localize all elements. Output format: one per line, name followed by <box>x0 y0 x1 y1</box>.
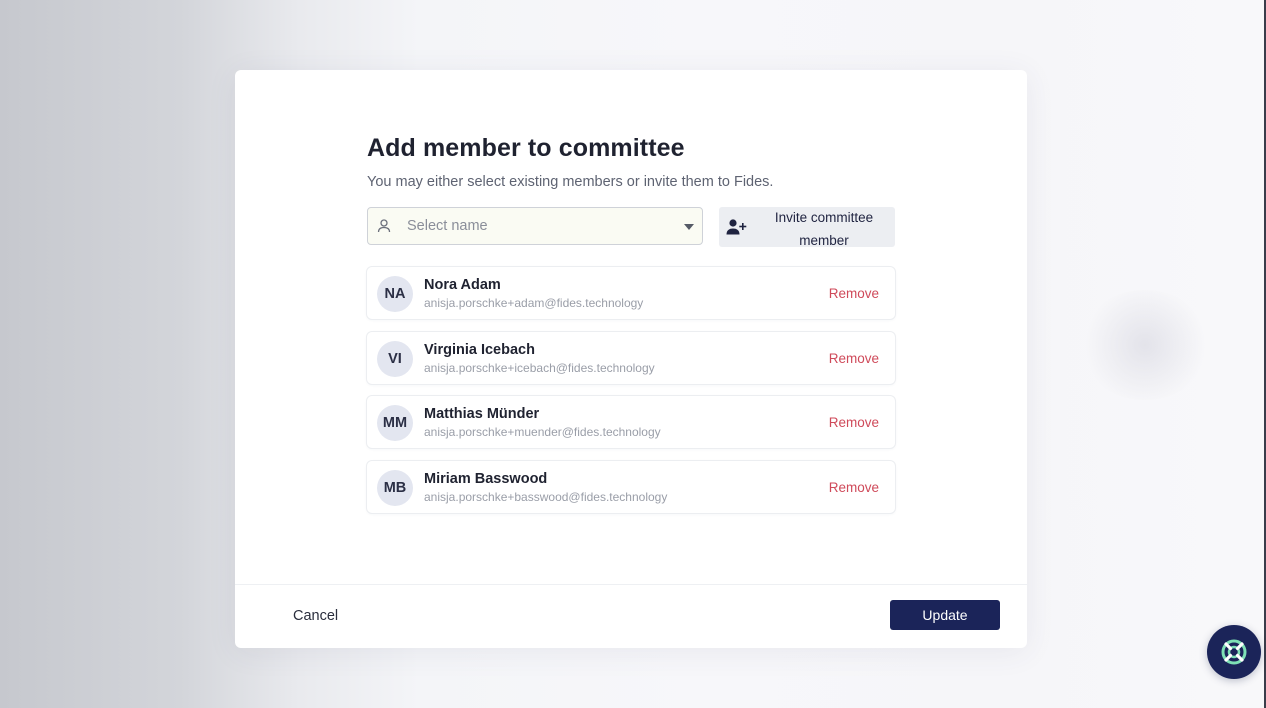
background-blur <box>1080 290 1210 400</box>
add-member-dialog: Add member to committee You may either s… <box>235 70 1027 648</box>
member-card: MM Matthias Münder anisja.porschke+muend… <box>366 395 896 450</box>
member-name: Miriam Basswood <box>424 471 548 488</box>
committee-member-list: NA Nora Adam anisja.porschke+adam@fides.… <box>366 266 896 525</box>
invite-label-line-2: member <box>799 232 849 248</box>
update-button[interactable]: Update <box>890 600 1000 630</box>
remove-member-button[interactable]: Remove <box>829 351 879 366</box>
remove-member-button[interactable]: Remove <box>829 415 879 430</box>
select-placeholder: Select name <box>407 218 488 234</box>
dialog-subtitle: You may either select existing members o… <box>367 174 774 190</box>
member-email: anisja.porschke+adam@fides.technology <box>424 296 644 310</box>
chevron-down-icon[interactable] <box>684 224 694 230</box>
dialog-footer: Cancel Update <box>235 584 1027 648</box>
avatar: MM <box>377 405 413 442</box>
member-name: Nora Adam <box>424 277 501 293</box>
cancel-button[interactable]: Cancel <box>293 608 338 624</box>
member-email: anisja.porschke+muender@fides.technology <box>424 425 661 440</box>
avatar: NA <box>377 276 413 312</box>
member-email: anisja.porschke+basswood@fides.technolog… <box>424 490 668 505</box>
member-card: VI Virginia Icebach anisja.porschke+iceb… <box>366 330 896 385</box>
member-name: Virginia Icebach <box>424 341 535 358</box>
lifebuoy-icon <box>1221 639 1247 665</box>
invite-committee-member-button[interactable]: Invite committee member <box>719 207 895 248</box>
invite-button-label: Invite committee member <box>757 207 891 252</box>
invite-label-line-1: Invite committee <box>774 210 874 225</box>
member-card: MB Miriam Basswood anisja.porschke+bassw… <box>366 460 896 515</box>
person-icon <box>376 218 392 234</box>
select-name-dropdown[interactable]: Select name <box>367 207 703 245</box>
avatar: MB <box>377 470 413 507</box>
user-plus-icon <box>726 218 748 236</box>
remove-member-button[interactable]: Remove <box>829 286 879 301</box>
help-button[interactable] <box>1207 625 1261 679</box>
remove-member-button[interactable]: Remove <box>829 480 879 495</box>
dialog-title: Add member to committee <box>367 134 685 162</box>
avatar: VI <box>377 340 413 377</box>
member-name: Matthias Münder <box>424 406 540 423</box>
member-card: NA Nora Adam anisja.porschke+adam@fides.… <box>366 266 896 320</box>
member-email: anisja.porschke+icebach@fides.technology <box>424 360 655 375</box>
